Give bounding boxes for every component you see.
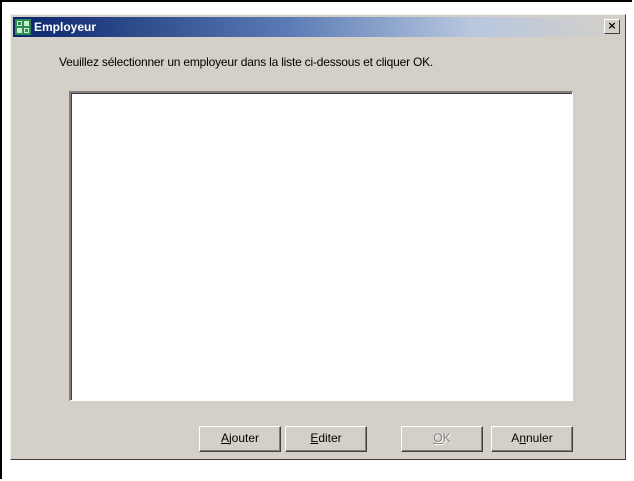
annuler-mnemonic: n bbox=[519, 431, 526, 445]
editer-button[interactable]: Editer bbox=[285, 426, 367, 452]
ok-button[interactable]: OK bbox=[401, 426, 483, 452]
close-button[interactable]: × bbox=[604, 19, 620, 34]
annuler-label: nuler bbox=[526, 431, 553, 445]
window-title: Employeur bbox=[34, 20, 97, 34]
close-icon: × bbox=[607, 19, 617, 32]
ajouter-button[interactable]: Ajouter bbox=[199, 426, 281, 452]
annuler-button[interactable]: Annuler bbox=[491, 426, 573, 452]
ajouter-mnemonic: A bbox=[220, 431, 229, 445]
ok-mnemonic: O bbox=[433, 431, 443, 445]
employeur-dialog: Employeur × Veuillez sélectionner un emp… bbox=[10, 14, 626, 460]
ok-label: K bbox=[442, 431, 451, 445]
instruction-text: Veuillez sélectionner un employeur dans … bbox=[59, 55, 434, 69]
ajouter-label: jouter bbox=[228, 431, 260, 445]
employer-listbox[interactable] bbox=[69, 91, 573, 401]
editer-label: diter bbox=[318, 431, 342, 445]
employer-app-icon bbox=[15, 19, 31, 35]
title-bar[interactable]: Employeur × bbox=[13, 17, 623, 37]
